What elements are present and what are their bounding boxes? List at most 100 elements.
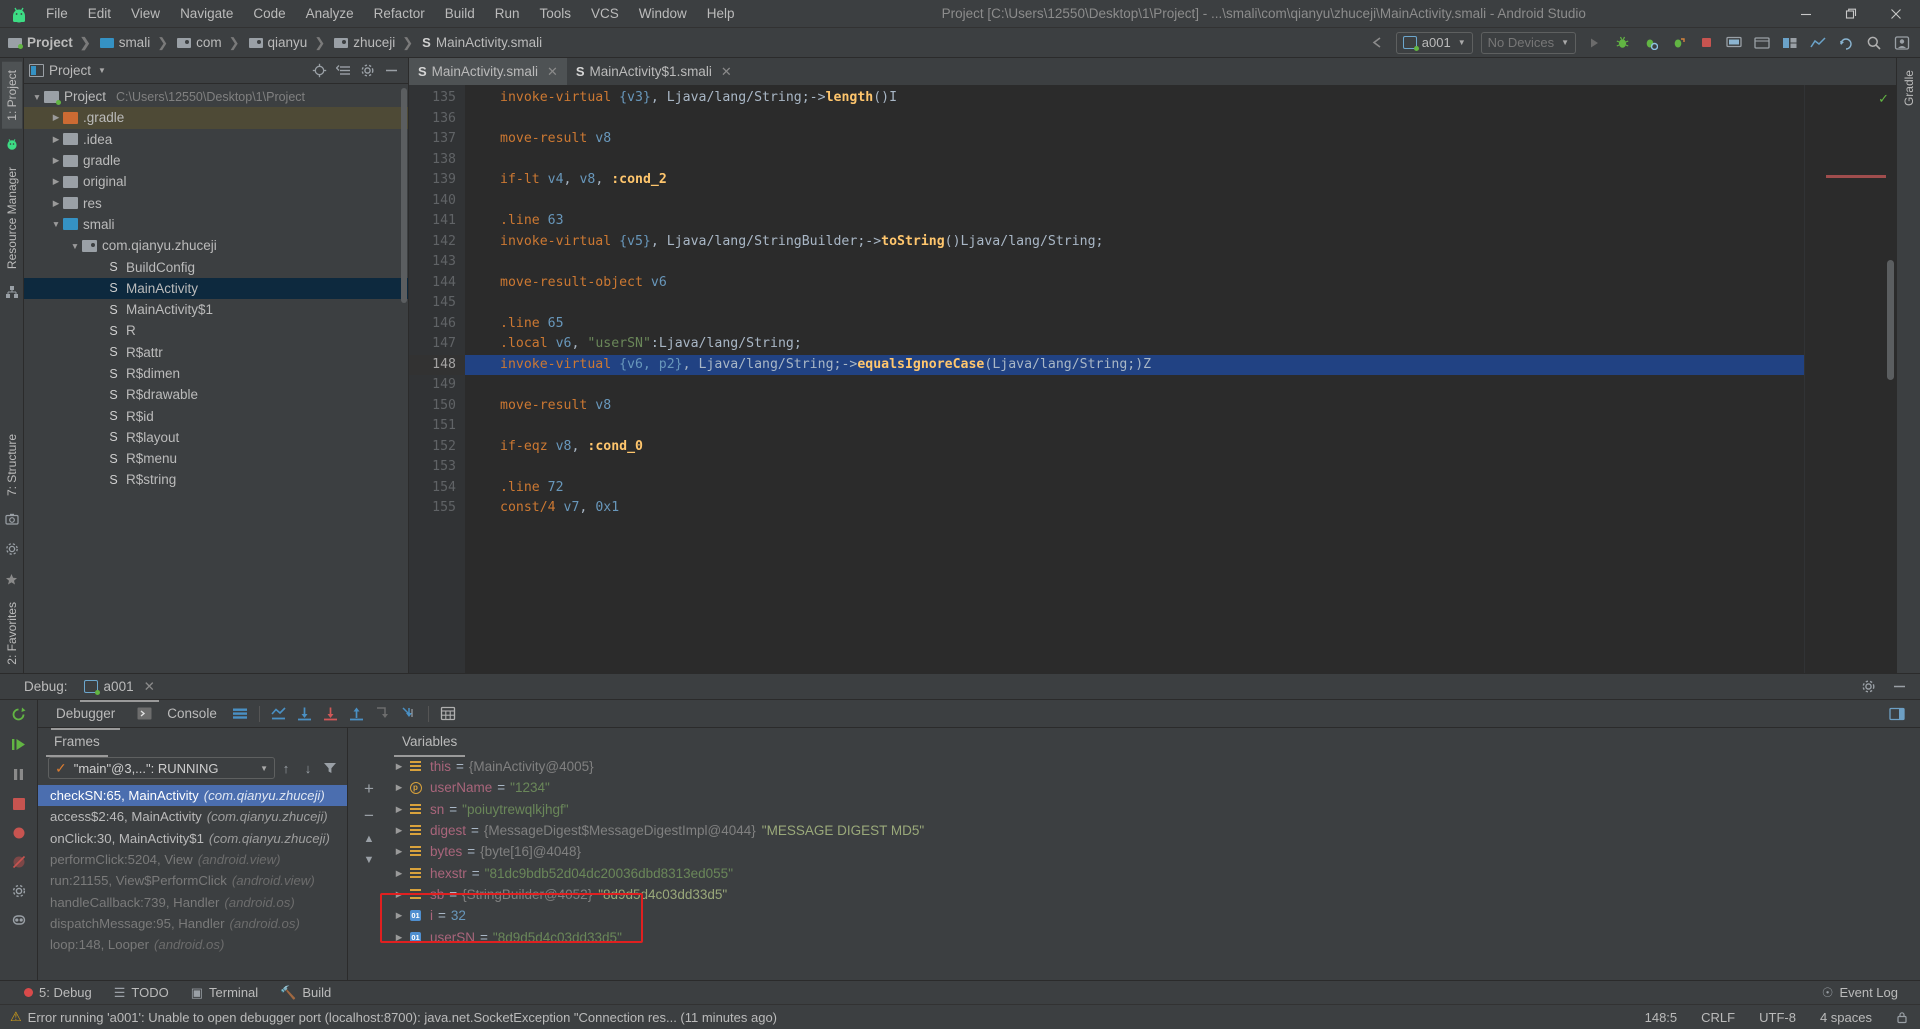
- line-number[interactable]: 139: [409, 170, 465, 191]
- filter-frames-icon[interactable]: [319, 757, 341, 779]
- chevron-right-icon[interactable]: ▶: [390, 804, 408, 815]
- line-number[interactable]: 145: [409, 293, 465, 314]
- maximize-button[interactable]: [1828, 0, 1873, 28]
- line-number[interactable]: 143: [409, 252, 465, 273]
- line-number[interactable]: 148: [409, 354, 465, 375]
- chevron-down-icon[interactable]: ▼: [49, 219, 63, 229]
- variable-row[interactable]: ▶ this = {MainActivity@4005}: [390, 756, 1920, 777]
- tab-debugger[interactable]: Debugger: [46, 702, 125, 730]
- android-head-icon[interactable]: [4, 136, 20, 152]
- variable-row[interactable]: ▶ 01 userSN = "8d9d5d4c03dd33d5": [390, 926, 1920, 947]
- tree-row-project-root[interactable]: ▼ Project C:\Users\12550\Desktop\1\Proje…: [24, 86, 408, 107]
- menu-navigate[interactable]: Navigate: [170, 2, 243, 25]
- variable-row[interactable]: ▶ p userName = "1234": [390, 777, 1920, 798]
- tree-row-r-string[interactable]: S R$string: [24, 469, 408, 490]
- move-watch-down-icon[interactable]: ▼: [364, 855, 375, 866]
- run-to-cursor-icon[interactable]: [398, 703, 420, 725]
- code-line[interactable]: [465, 191, 1804, 212]
- tab-variables[interactable]: Variables: [393, 730, 466, 757]
- code-line[interactable]: [465, 150, 1804, 171]
- variables-list[interactable]: ▶ this = {MainActivity@4005} ▶ p userName = "123…: [390, 754, 1920, 980]
- tree-row-r-dimen[interactable]: S R$dimen: [24, 363, 408, 384]
- settings-gear-icon[interactable]: [4, 541, 20, 557]
- line-number[interactable]: 137: [409, 129, 465, 150]
- code-line[interactable]: .local v6, "userSN":Ljava/lang/String;: [465, 334, 1804, 355]
- code-line[interactable]: .line 72: [465, 478, 1804, 499]
- close-button[interactable]: [1873, 0, 1918, 28]
- layout-settings-icon[interactable]: [229, 703, 251, 725]
- tree-row-buildconfig[interactable]: S BuildConfig: [24, 256, 408, 277]
- mute-breakpoints-icon[interactable]: [11, 854, 27, 870]
- tree-row-r-id[interactable]: S R$id: [24, 405, 408, 426]
- breadcrumb-item-qianyu[interactable]: qianyu ❯: [247, 33, 333, 53]
- code-content[interactable]: invoke-virtual {v3}, Ljava/lang/String;-…: [465, 85, 1804, 673]
- restore-layout-icon[interactable]: [1886, 703, 1908, 725]
- debug-button[interactable]: [1609, 30, 1635, 56]
- attach-debugger-button[interactable]: [1637, 30, 1663, 56]
- menu-run[interactable]: Run: [485, 2, 530, 25]
- scroll-from-source-icon[interactable]: [308, 60, 330, 82]
- stack-frame-row[interactable]: dispatchMessage:95, Handler (android.os): [38, 913, 347, 934]
- code-line[interactable]: if-eqz v8, :cond_0: [465, 437, 1804, 458]
- editor-minimap-and-errorstripe[interactable]: ✓: [1804, 85, 1896, 673]
- resume-program-icon[interactable]: [10, 736, 27, 753]
- code-line[interactable]: move-result v8: [465, 396, 1804, 417]
- chevron-down-icon[interactable]: ▼: [30, 92, 44, 102]
- search-icon[interactable]: [1861, 30, 1887, 56]
- stack-frame-row[interactable]: run:21155, View$PerformClick (android.vie…: [38, 870, 347, 891]
- breadcrumb-item-file[interactable]: S MainActivity.smali: [420, 33, 544, 52]
- error-stripe-mark[interactable]: [1826, 175, 1886, 178]
- line-separator[interactable]: CRLF: [1701, 1010, 1735, 1025]
- chevron-down-icon[interactable]: ▼: [260, 764, 268, 773]
- layout-inspector-icon[interactable]: [1777, 30, 1803, 56]
- tab-console[interactable]: Console: [157, 702, 227, 725]
- file-encoding[interactable]: UTF-8: [1759, 1010, 1796, 1025]
- line-number[interactable]: 141: [409, 211, 465, 232]
- tree-row-original[interactable]: ▶ original: [24, 171, 408, 192]
- project-tree[interactable]: ▼ Project C:\Users\12550\Desktop\1\Proje…: [24, 84, 408, 673]
- tree-row-mainactivity[interactable]: S MainActivity: [24, 277, 408, 299]
- favorites-star-icon[interactable]: [4, 571, 20, 587]
- tab-mainactivity-smali[interactable]: S MainActivity.smali ✕: [409, 58, 567, 85]
- code-line[interactable]: .line 63: [465, 211, 1804, 232]
- code-line[interactable]: move-result-object v6: [465, 273, 1804, 294]
- menu-view[interactable]: View: [121, 2, 170, 25]
- hide-debug-panel-icon[interactable]: [1888, 676, 1910, 698]
- close-icon[interactable]: ✕: [721, 64, 732, 80]
- stack-frame-row[interactable]: checkSN:65, MainActivity (com.qianyu.zhuc…: [38, 785, 347, 807]
- variable-row[interactable]: ▶ hexstr = "81dc9bdb52d04dc20036dbd8313ed05…: [390, 862, 1920, 883]
- settings-icon[interactable]: [11, 883, 27, 899]
- remove-watch-button[interactable]: −: [364, 807, 374, 824]
- variable-row[interactable]: ▶ 01 i = 32: [390, 905, 1920, 926]
- code-line[interactable]: .line 65: [465, 314, 1804, 335]
- variable-row[interactable]: ▶ sn = "poiuytrewqlkjhgf": [390, 799, 1920, 820]
- user-account-icon[interactable]: [1889, 30, 1915, 56]
- tab-frames[interactable]: Frames: [46, 730, 108, 757]
- line-number[interactable]: 135: [409, 88, 465, 109]
- tree-row-idea[interactable]: ▶ .idea: [24, 129, 408, 150]
- chevron-down-icon[interactable]: ▼: [68, 241, 82, 251]
- step-over-icon[interactable]: [294, 703, 316, 725]
- code-line[interactable]: if-lt v4, v8, :cond_2: [465, 170, 1804, 191]
- caret-position[interactable]: 148:5: [1645, 1010, 1678, 1025]
- statusbar-item-build[interactable]: 🔨 Build: [280, 985, 331, 1001]
- tree-row-gradle-hidden[interactable]: ▶ .gradle: [24, 107, 408, 129]
- tree-row-r-drawable[interactable]: S R$drawable: [24, 384, 408, 405]
- chevron-right-icon[interactable]: ▶: [390, 910, 408, 921]
- avd-manager-icon[interactable]: [1721, 30, 1747, 56]
- code-line[interactable]: const/4 v7, 0x1: [465, 498, 1804, 519]
- menu-help[interactable]: Help: [697, 2, 745, 25]
- chevron-right-icon[interactable]: ▶: [390, 825, 408, 836]
- console-toggle-icon[interactable]: [133, 703, 155, 725]
- sync-gradle-icon[interactable]: [1833, 30, 1859, 56]
- code-line[interactable]: [465, 457, 1804, 478]
- tree-row-gradle[interactable]: ▶ gradle: [24, 150, 408, 171]
- menu-analyze[interactable]: Analyze: [296, 2, 364, 25]
- line-number[interactable]: 136: [409, 109, 465, 130]
- line-number[interactable]: 140: [409, 191, 465, 212]
- stack-frame-row[interactable]: access$2:46, MainActivity (com.qianyu.zhu…: [38, 806, 347, 827]
- tree-row-smali[interactable]: ▼ smali: [24, 214, 408, 235]
- sidebar-tab-project[interactable]: 1: Project: [1, 62, 22, 129]
- menu-tools[interactable]: Tools: [530, 2, 582, 25]
- stack-frame-row[interactable]: loop:148, Looper (android.os): [38, 934, 347, 955]
